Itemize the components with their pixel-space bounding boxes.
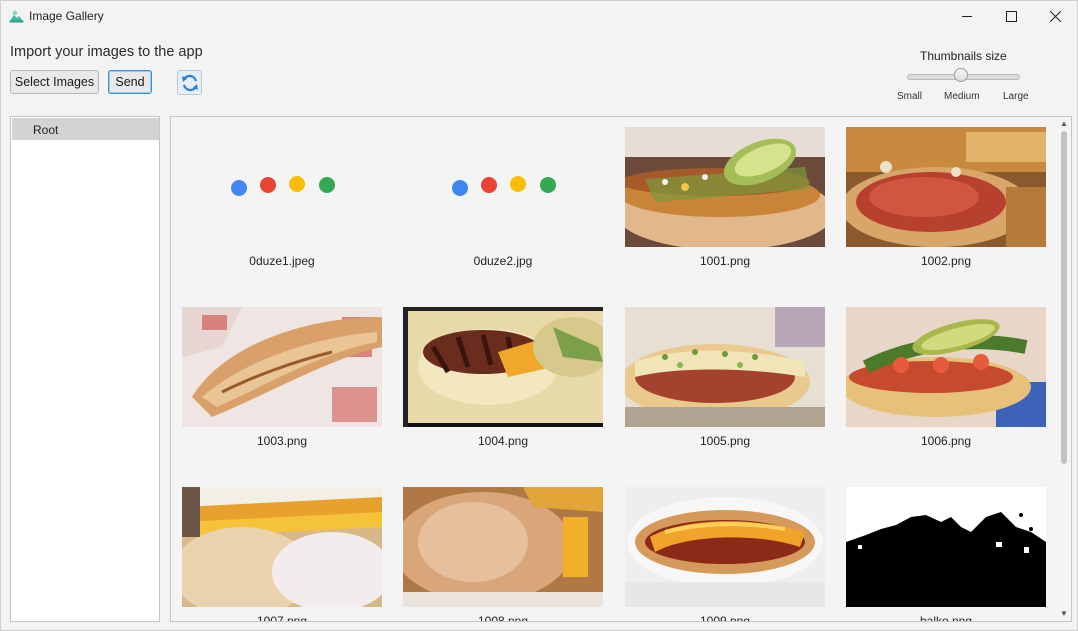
image-caption: 1008.png xyxy=(477,614,529,622)
app-icon xyxy=(9,10,24,23)
image-thumbnail xyxy=(625,127,825,247)
select-images-button[interactable]: Select Images xyxy=(10,70,99,94)
scroll-up-icon[interactable]: ▲ xyxy=(1060,120,1068,128)
image-caption: 1003.png xyxy=(256,434,308,448)
image-caption: 1001.png xyxy=(699,254,751,268)
folder-tree: Root xyxy=(10,116,160,622)
image-thumbnail xyxy=(403,487,603,607)
refresh-button[interactable] xyxy=(177,70,202,95)
image-caption: balko.png xyxy=(919,614,973,622)
image-thumbnail xyxy=(403,307,603,427)
close-button[interactable] xyxy=(1032,1,1078,31)
import-label: Import your images to the app xyxy=(10,44,203,60)
refresh-icon xyxy=(181,74,198,91)
image-thumbnail xyxy=(846,487,1046,607)
close-icon xyxy=(1049,10,1061,22)
slider-label-large: Large xyxy=(1003,91,1029,102)
minimize-button[interactable] xyxy=(944,1,990,31)
image-caption: 1006.png xyxy=(920,434,972,448)
image-caption: 1002.png xyxy=(920,254,972,268)
image-thumbnail xyxy=(625,307,825,427)
thumbnail-size-title: Thumbnails size xyxy=(920,49,1007,63)
image-thumbnail xyxy=(403,127,603,247)
scrollbar-thumb[interactable] xyxy=(1061,131,1067,464)
minimize-icon xyxy=(961,15,972,17)
image-thumbnail xyxy=(625,487,825,607)
image-thumbnail xyxy=(182,307,382,427)
maximize-icon xyxy=(1005,10,1017,22)
send-button[interactable]: Send xyxy=(108,70,152,94)
tree-item-label: Root xyxy=(33,123,59,137)
image-thumbnail xyxy=(182,487,382,607)
title-bar: Image Gallery xyxy=(1,1,1077,31)
slider-label-small: Small xyxy=(897,91,923,102)
image-caption: 0duze2.jpg xyxy=(473,254,533,268)
tree-item-root[interactable]: Root xyxy=(12,118,159,140)
image-caption: 1005.png xyxy=(699,434,751,448)
image-caption: 1004.png xyxy=(477,434,529,448)
gallery-scrollbar[interactable]: ▲ ▼ xyxy=(1058,118,1070,620)
maximize-button[interactable] xyxy=(988,1,1034,31)
image-thumbnail xyxy=(846,307,1046,427)
slider-label-medium: Medium xyxy=(944,91,980,102)
app-window: Image Gallery Import your images to the … xyxy=(0,0,1078,631)
scroll-down-icon[interactable]: ▼ xyxy=(1060,610,1068,618)
image-caption: 1009.png xyxy=(699,614,751,622)
image-gallery: 0duze1.jpeg 0duze2.jpg 1001.png 1002.png… xyxy=(170,116,1072,622)
window-title: Image Gallery xyxy=(29,9,104,23)
image-thumbnail xyxy=(182,127,382,247)
image-caption: 1007.png xyxy=(256,614,308,622)
image-thumbnail xyxy=(846,127,1046,247)
thumbnail-size-slider-handle[interactable] xyxy=(954,68,968,82)
image-caption: 0duze1.jpeg xyxy=(249,254,315,268)
